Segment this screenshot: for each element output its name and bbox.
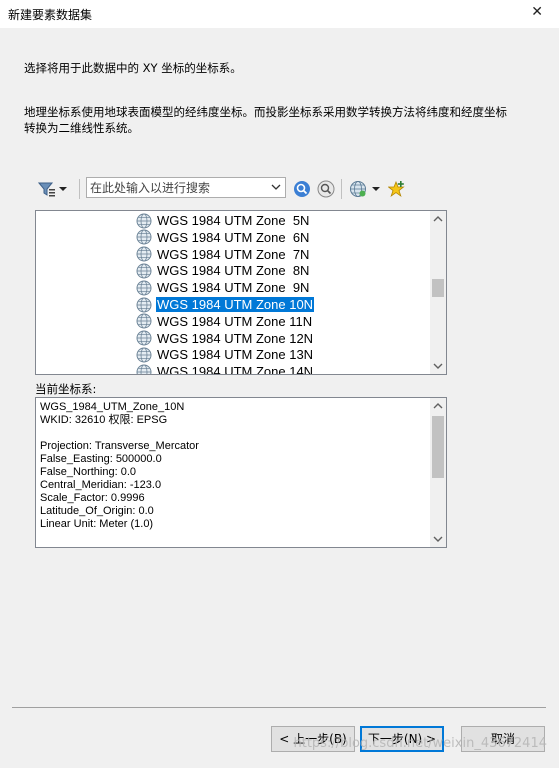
list-item[interactable]: WGS 1984 UTM Zone 11N	[136, 313, 313, 330]
list-item-label: WGS 1984 UTM Zone 6N	[157, 229, 310, 245]
current-coordinate-system-label: 当前坐标系:	[35, 382, 97, 396]
watermark: https://blog.csdn.net/weixin_43672414	[293, 736, 547, 751]
globe-icon	[350, 181, 366, 197]
globe-icon	[136, 280, 152, 296]
scroll-up-icon[interactable]	[430, 211, 446, 227]
globe-icon	[136, 213, 152, 228]
detail-line: Projection: Transverse_Mercator	[40, 440, 199, 452]
list-item-label: WGS 1984 UTM Zone 11N	[157, 313, 313, 329]
globe-icon	[136, 246, 152, 262]
vertical-scrollbar[interactable]	[430, 398, 446, 547]
globe-icon	[136, 313, 152, 329]
list-item-label: WGS 1984 UTM Zone 5N	[157, 213, 310, 228]
search-input[interactable]	[90, 180, 265, 195]
list-item-label: WGS 1984 UTM Zone 9N	[157, 280, 310, 296]
scroll-down-icon[interactable]	[430, 358, 446, 374]
detail-line: WKID: 32610 权限: EPSG	[40, 414, 168, 426]
list-item[interactable]: WGS 1984 UTM Zone 9N	[136, 279, 310, 296]
detail-line: Latitude_Of_Origin: 0.0	[40, 505, 154, 517]
filter-icon	[38, 182, 55, 197]
intro-text: 选择将用于此数据中的 XY 坐标的坐标系。	[24, 61, 242, 75]
clear-search-icon	[317, 180, 335, 198]
scroll-down-icon[interactable]	[430, 531, 446, 547]
list-item[interactable]: WGS 1984 UTM Zone 6N	[136, 229, 310, 246]
filter-dropdown-button[interactable]	[38, 178, 68, 200]
list-item-label: WGS 1984 UTM Zone 7N	[157, 246, 310, 262]
scroll-thumb[interactable]	[432, 416, 444, 478]
globe-icon	[136, 347, 152, 363]
list-item-label: WGS 1984 UTM Zone 14N	[157, 364, 314, 375]
detail-line: Central_Meridian: -123.0	[40, 479, 162, 491]
list-item[interactable]: WGS 1984 UTM Zone 7N	[136, 246, 310, 263]
window-title: 新建要素数据集	[8, 8, 93, 22]
coordinate-system-list[interactable]: WGS 1984 UTM Zone 5N WGS 1984 UTM Zone 6N…	[35, 210, 447, 375]
list-item-label: WGS 1984 UTM Zone 12N	[157, 330, 314, 346]
globe-icon	[136, 297, 152, 312]
list-item[interactable]: WGS 1984 UTM Zone 8N	[136, 262, 310, 279]
search-box[interactable]	[86, 177, 286, 198]
title-bar: 新建要素数据集 ✕	[0, 0, 559, 28]
list-item-label: WGS 1984 UTM Zone 10N	[156, 297, 315, 312]
globe-icon	[136, 364, 152, 374]
favorite-icon	[388, 180, 405, 198]
add-coordinate-system-dropdown[interactable]	[349, 178, 381, 200]
footer-divider	[12, 707, 546, 708]
vertical-scrollbar[interactable]	[430, 211, 446, 374]
globe-icon	[136, 229, 152, 245]
globe-icon	[136, 263, 152, 279]
detail-line: Scale_Factor: 0.9996	[40, 492, 145, 504]
chevron-down-icon	[59, 187, 67, 191]
list-item[interactable]: WGS 1984 UTM Zone 14N	[136, 363, 314, 375]
coordinate-system-details[interactable]: WGS_1984_UTM_Zone_10N WKID: 32610 权限: EPS…	[35, 397, 447, 548]
toolbar-separator	[341, 179, 342, 199]
detail-line: False_Northing: 0.0	[40, 466, 136, 478]
description-line-2: 转换为二维线性系统。	[24, 121, 139, 135]
toolbar-separator	[79, 179, 80, 199]
list-item-label: WGS 1984 UTM Zone 13N	[157, 347, 314, 363]
detail-line: Linear Unit: Meter (1.0)	[40, 518, 154, 530]
scroll-thumb[interactable]	[432, 279, 444, 297]
list-item-label: WGS 1984 UTM Zone 8N	[157, 263, 310, 279]
list-item[interactable]: WGS 1984 UTM Zone 5N	[136, 212, 310, 229]
list-item[interactable]: WGS 1984 UTM Zone 12N	[136, 330, 314, 347]
chevron-down-icon	[372, 187, 380, 191]
close-icon[interactable]: ✕	[531, 4, 543, 20]
favorite-button[interactable]	[388, 178, 406, 200]
scroll-up-icon[interactable]	[430, 398, 446, 414]
clear-search-button[interactable]	[317, 178, 335, 200]
chevron-down-icon[interactable]	[270, 180, 282, 194]
search-button[interactable]	[293, 178, 311, 200]
detail-line: False_Easting: 500000.0	[40, 453, 162, 465]
list-item[interactable]: WGS 1984 UTM Zone 13N	[136, 346, 314, 363]
search-icon	[294, 181, 310, 197]
globe-icon	[136, 330, 152, 346]
list-item[interactable]: WGS 1984 UTM Zone 10N	[136, 296, 315, 313]
description-line-1: 地理坐标系使用地球表面模型的经纬度坐标。而投影坐标系采用数学转换方法将纬度和经度…	[24, 105, 507, 119]
detail-line: WGS_1984_UTM_Zone_10N	[40, 401, 185, 413]
